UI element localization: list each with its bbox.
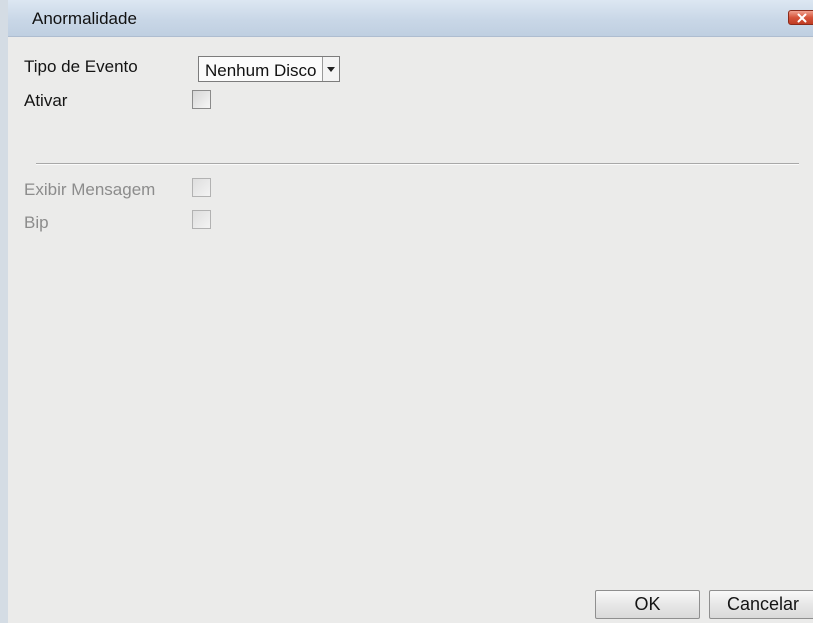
close-icon	[797, 13, 807, 23]
beep-label: Bip	[24, 213, 49, 232]
ok-button[interactable]: OK	[595, 590, 700, 619]
show-message-label: Exibir Mensagem	[24, 180, 156, 199]
cancel-button[interactable]: Cancelar	[709, 590, 813, 619]
enable-label: Ativar	[24, 91, 68, 110]
dialog-window: Anormalidade Tipo de Evento Nenhum Disco…	[0, 0, 813, 623]
window-title: Anormalidade	[32, 9, 137, 28]
show-message-checkbox[interactable]	[192, 178, 211, 197]
enable-checkbox[interactable]	[192, 90, 211, 109]
title-bar[interactable]: Anormalidade	[8, 0, 813, 37]
section-divider	[36, 163, 799, 165]
event-type-select[interactable]: Nenhum Disco	[198, 56, 340, 82]
event-type-value: Nenhum Disco	[205, 61, 317, 80]
close-button[interactable]	[788, 10, 813, 25]
chevron-down-icon[interactable]	[322, 57, 339, 81]
event-type-label: Tipo de Evento	[24, 57, 138, 76]
beep-checkbox[interactable]	[192, 210, 211, 229]
